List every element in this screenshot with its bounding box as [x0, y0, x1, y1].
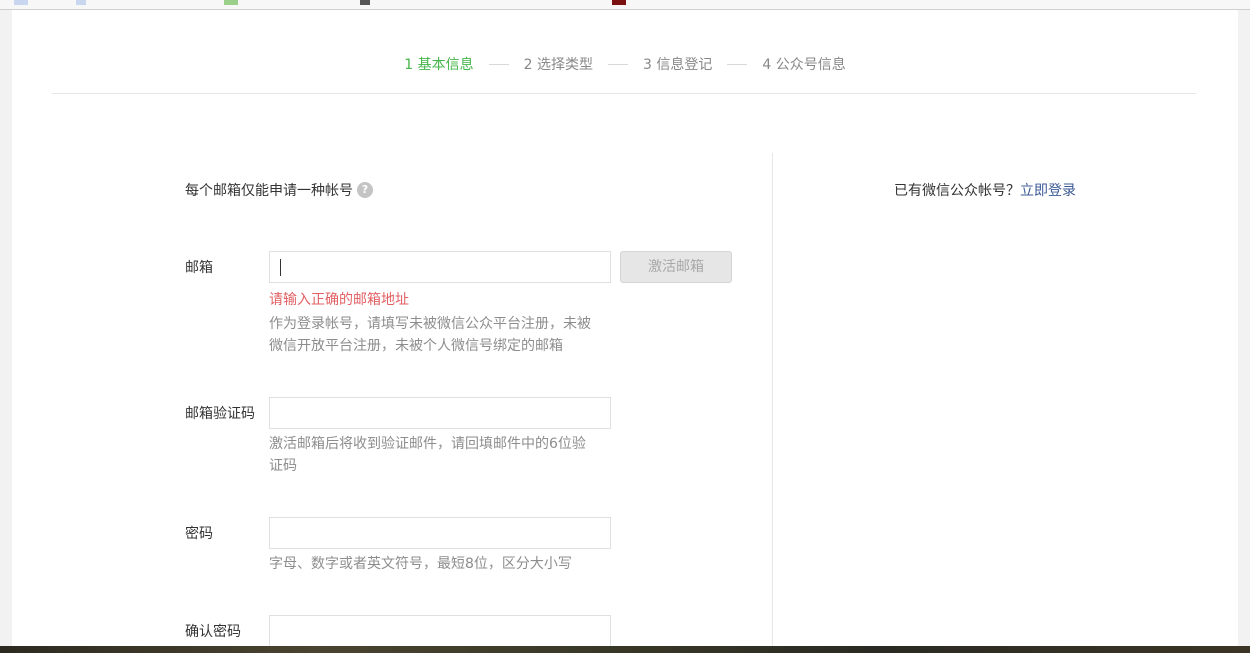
desktop-background-strip [0, 646, 1250, 653]
confirm-password-field[interactable] [269, 615, 611, 647]
step-separator [727, 63, 748, 65]
registration-page: 1 基本信息 2 选择类型 3 信息登记 4 公众号信息 每个邮箱仅能申请一种帐号 ?… [12, 10, 1238, 653]
email-code-field[interactable] [269, 397, 611, 429]
step-separator [488, 63, 509, 65]
steps-divider [52, 93, 1196, 94]
one-account-notice: 每个邮箱仅能申请一种帐号 ? [185, 180, 373, 200]
confirm-password-label: 确认密码 [185, 624, 241, 640]
email-code-label: 邮箱验证码 [185, 406, 255, 422]
email-tip: 作为登录帐号，请填写未被微信公众平台注册，未被微信开放平台注册，未被个人微信号绑… [269, 316, 591, 354]
column-divider [772, 153, 773, 653]
question-mark-icon[interactable]: ? [357, 182, 373, 198]
password-tip: 字母、数字或者英文符号，最短8位，区分大小写 [269, 556, 572, 572]
step-select-type: 2 选择类型 [523, 57, 593, 73]
email-label: 邮箱 [185, 260, 213, 276]
email-error-message: 请输入正确的邮箱地址 [269, 292, 409, 308]
login-hint: 已有微信公众帐号？立即登录 [894, 180, 1076, 200]
bookmark-icon[interactable] [612, 0, 626, 5]
password-label: 密码 [185, 526, 213, 542]
step-info-register: 3 信息登记 [643, 57, 713, 73]
login-link[interactable]: 立即登录 [1020, 183, 1076, 199]
notice-text: 每个邮箱仅能申请一种帐号 [185, 183, 353, 199]
bookmark-icon[interactable] [76, 0, 86, 5]
bookmarks-bar [0, 0, 1250, 10]
email-code-tip: 激活邮箱后将收到验证邮件，请回填邮件中的6位验证码 [269, 436, 586, 474]
activate-email-button[interactable]: 激活邮箱 [620, 251, 732, 283]
bookmark-icon[interactable] [224, 0, 238, 5]
step-basic-info: 1 基本信息 [404, 57, 474, 73]
login-hint-text: 已有微信公众帐号？ [894, 183, 1020, 199]
step-account-info: 4 公众号信息 [762, 57, 846, 73]
password-field[interactable] [269, 517, 611, 549]
text-cursor [280, 259, 281, 276]
bookmark-icon[interactable] [360, 0, 370, 5]
email-field[interactable] [269, 251, 611, 283]
step-progress: 1 基本信息 2 选择类型 3 信息登记 4 公众号信息 [12, 54, 1238, 74]
bookmark-icon[interactable] [14, 0, 28, 5]
step-separator [608, 63, 628, 65]
